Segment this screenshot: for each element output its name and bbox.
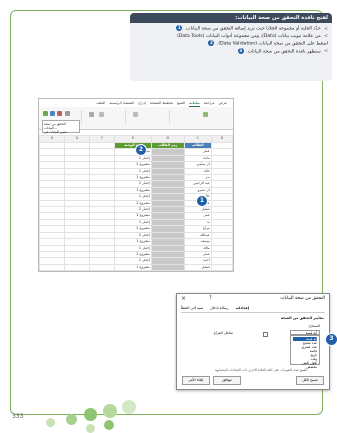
column-header[interactable]: C xyxy=(183,135,212,143)
criteria-label: معايير التحقق من الصحة xyxy=(280,316,324,320)
ribbon-tab[interactable]: الصفحة الرئيسية xyxy=(109,99,134,107)
column-header[interactable]: B xyxy=(210,135,233,143)
cell-type[interactable]: إختبار 1 xyxy=(114,270,152,271)
step-1: > حدّد الخلية أو مجموعة الخلايا حيث تريد… xyxy=(134,25,328,33)
step-3: > ستظهر نافذة التحقق من صحة البيانات. 3 xyxy=(134,47,328,56)
decorative-dot xyxy=(104,420,114,430)
tab-error-alert[interactable]: تنبيه إلى الخطأ xyxy=(181,306,203,312)
instruction-box: لفتح نافذة التحقق من صحة البيانات: > حدّ… xyxy=(130,13,332,81)
step-3-number: 3 xyxy=(237,47,244,54)
allow-options-list[interactable]: أية قيمة عدد صحيح عدد عشري قائمة تاريخ وقت طول… xyxy=(290,335,320,369)
help-icon[interactable]: ? xyxy=(209,295,212,301)
dialog-tabs: إعدادات رسالة إدخال تنبيه إلى الخطأ xyxy=(181,306,325,313)
data-validation-icon[interactable] xyxy=(43,111,48,116)
filter-icon[interactable] xyxy=(89,112,94,117)
step-2-number: 2 xyxy=(208,39,215,46)
empty-cell[interactable] xyxy=(64,270,91,271)
queries-group xyxy=(129,110,170,124)
decorative-dot xyxy=(66,414,77,425)
step-1-text: حدّد الخلية أو مجموعة الخلايا حيث تريد إ… xyxy=(184,26,321,32)
bullet-marker: > xyxy=(324,33,328,39)
sort-icon[interactable] xyxy=(99,112,104,117)
step-2-text-b: اضغط على التحقق من صحة البيانات (Data Va… xyxy=(216,41,328,47)
decorative-dot xyxy=(84,408,97,421)
apply-to-all-note: تطبيق هذه التغييرات على كافة الخلايا الأ… xyxy=(215,368,308,372)
menu-item-validation[interactable]: التحقق من صحة البيانات... xyxy=(44,122,78,130)
ribbon-tab[interactable]: عرض xyxy=(219,99,227,107)
step-3-text: ستظهر نافذة التحقق من صحة البيانات. xyxy=(246,49,321,55)
tab-settings[interactable]: إعدادات xyxy=(236,306,250,312)
ribbon-tab[interactable]: بيانات xyxy=(189,99,200,107)
get-data-icon[interactable] xyxy=(203,112,208,117)
tab-input-message[interactable]: رسالة إدخال xyxy=(210,306,229,312)
step-2b: اضغط على التحقق من صحة البيانات (Data Va… xyxy=(134,39,328,48)
empty-cell[interactable] xyxy=(89,270,116,271)
get-data-group xyxy=(173,110,229,124)
step-2-badge: 2 xyxy=(135,144,147,156)
column-header[interactable]: D xyxy=(150,135,185,143)
ribbon-tab[interactable]: مراجعة xyxy=(204,99,215,107)
text-to-columns-icon[interactable] xyxy=(57,111,62,116)
remove-duplicates-icon[interactable] xyxy=(50,111,55,116)
ignore-blank-checkbox[interactable] xyxy=(263,332,268,337)
ignore-blank-label: تجاهل الفراغ xyxy=(213,331,233,335)
ribbon-tab[interactable]: تخطيط الصفحة xyxy=(150,99,173,107)
close-icon[interactable]: × xyxy=(181,295,186,302)
column-header[interactable]: F xyxy=(89,135,116,143)
instruction-title: لفتح نافذة التحقق من صحة البيانات: xyxy=(130,13,332,23)
column-header[interactable]: H xyxy=(39,135,66,143)
decorative-dot xyxy=(46,418,55,427)
cell-name[interactable]: عمرو xyxy=(183,270,212,271)
decorative-dot xyxy=(122,400,136,414)
ribbon-tab[interactable]: الملف xyxy=(96,99,105,107)
ok-button[interactable]: موافق xyxy=(213,376,241,385)
empty-cell[interactable] xyxy=(210,270,233,271)
sort-filter-group xyxy=(85,110,126,124)
cell-code[interactable] xyxy=(150,270,185,271)
step-3-badge: 3 xyxy=(325,333,337,346)
decorative-dot xyxy=(103,404,117,418)
data-validation-dialog: التحقق من صحة البيانات × ? إعدادات رسالة… xyxy=(176,293,330,390)
bullet-marker: > xyxy=(324,49,328,55)
column-header[interactable]: G xyxy=(64,135,91,143)
bullet-marker: > xyxy=(324,26,328,32)
dialog-title: التحقق من صحة البيانات xyxy=(280,296,325,301)
column-header-row: HGFEDCB xyxy=(39,135,233,143)
cancel-button[interactable]: إلغاء الأمر xyxy=(182,376,210,385)
clear-all-button[interactable]: مسح الكل xyxy=(296,376,324,385)
step-2: > من علامة تبويب بيانات (Data)، ومن مجمو… xyxy=(134,33,328,40)
step-1-number: 1 xyxy=(176,25,183,31)
flash-fill-icon[interactable] xyxy=(65,111,70,116)
ribbon-tab[interactable]: الصيغ xyxy=(177,99,185,107)
step-1-badge: 1 xyxy=(196,195,208,207)
data-validation-menu: التحقق من صحة البيانات... تعيين البيانات… xyxy=(42,120,80,143)
table-row: إختبار 1 عمرو xyxy=(39,270,233,271)
page-number: 333 xyxy=(12,413,24,420)
refresh-icon[interactable] xyxy=(133,112,138,117)
empty-cell[interactable] xyxy=(39,270,66,271)
column-header[interactable]: E xyxy=(114,135,152,143)
step-2-text-a: من علامة تبويب بيانات (Data)، ومن مجموعة… xyxy=(177,33,321,39)
decorative-dot xyxy=(86,424,95,433)
excel-screenshot: الملف الصفحة الرئيسية إدراج تخطيط الصفحة الص… xyxy=(38,98,234,272)
ribbon-tabs: الملف الصفحة الرئيسية إدراج تخطيط الصفحة الص… xyxy=(39,99,233,107)
ribbon-tab[interactable]: إدراج xyxy=(138,99,146,107)
allow-label: السماح: xyxy=(307,324,320,328)
